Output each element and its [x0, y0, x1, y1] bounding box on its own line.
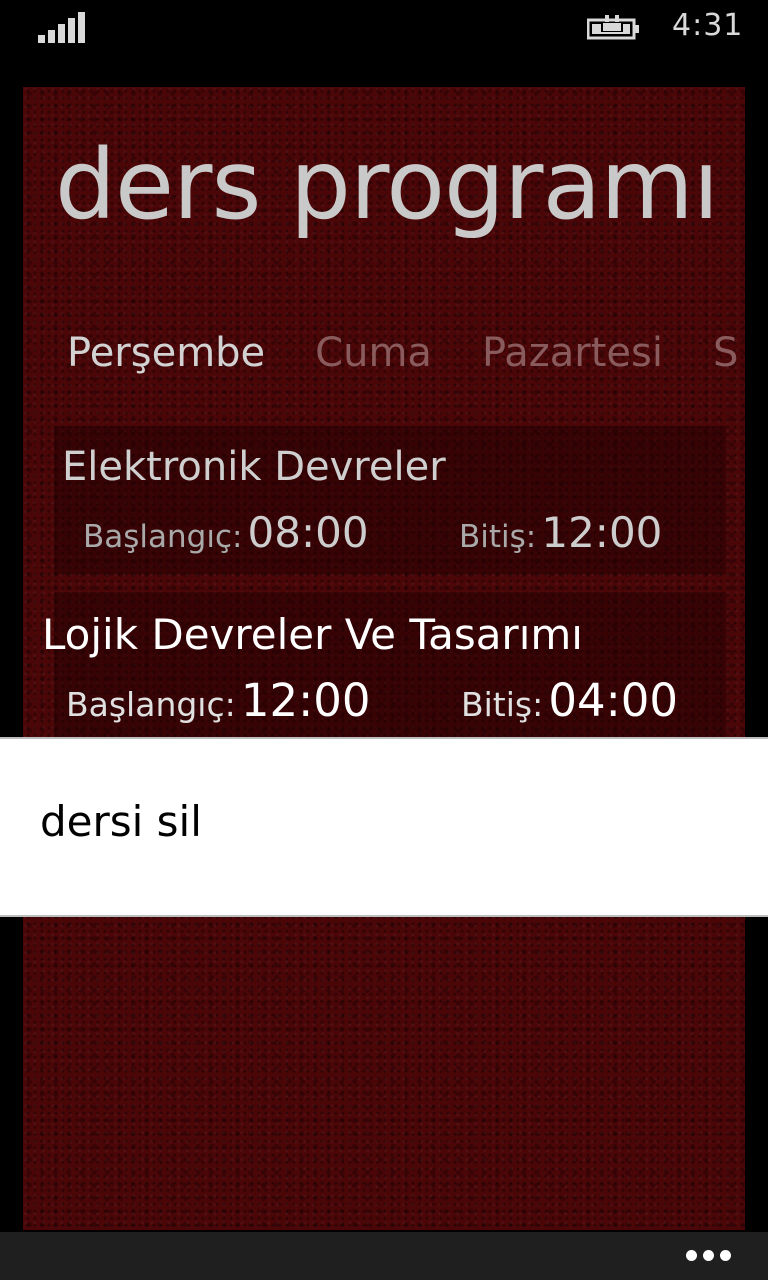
- course-name: Elektronik Devreler: [62, 444, 446, 490]
- end-label: Bitiş:: [461, 685, 544, 724]
- pivot-item-persembe[interactable]: Perşembe: [67, 330, 265, 376]
- end-label: Bitiş:: [459, 519, 537, 555]
- context-menu: dersi sil: [0, 737, 768, 917]
- end-value: 12:00: [541, 508, 663, 557]
- start-value: 12:00: [240, 674, 371, 727]
- course-card[interactable]: Elektronik Devreler Başlangıç: 08:00 Bit…: [54, 426, 726, 574]
- end-value: 04:00: [548, 674, 679, 727]
- page-title: ders programı: [55, 129, 719, 241]
- signal-bars-icon: [38, 11, 86, 43]
- start-value: 08:00: [247, 508, 369, 557]
- start-label: Başlangıç:: [83, 519, 243, 555]
- more-dots-icon[interactable]: [686, 1250, 732, 1262]
- clock: 4:31: [672, 8, 744, 43]
- start-label: Başlangıç:: [66, 685, 236, 724]
- course-name: Lojik Devreler Ve Tasarımı: [42, 610, 583, 659]
- app-page: ders programı Perşembe Cuma Pazartesi S Ele…: [23, 87, 745, 1230]
- app-bar: [0, 1232, 768, 1280]
- pivot-item-pazartesi[interactable]: Pazartesi: [482, 330, 663, 376]
- pivot-item-cuma[interactable]: Cuma: [315, 330, 432, 376]
- start-time: Başlangıç: 08:00: [83, 508, 369, 557]
- start-time: Başlangıç: 12:00: [66, 674, 371, 727]
- status-bar: 4:31: [0, 0, 768, 56]
- end-time: Bitiş: 12:00: [459, 508, 662, 557]
- end-time: Bitiş: 04:00: [461, 674, 678, 727]
- delete-course-menu-item[interactable]: dersi sil: [40, 797, 202, 846]
- pivot-header: Perşembe Cuma Pazartesi S: [67, 330, 745, 376]
- charging-battery-icon: [587, 15, 639, 40]
- course-card-selected[interactable]: Lojik Devreler Ve Tasarımı Başlangıç: 12…: [42, 592, 726, 737]
- pivot-item-next[interactable]: S: [713, 330, 738, 376]
